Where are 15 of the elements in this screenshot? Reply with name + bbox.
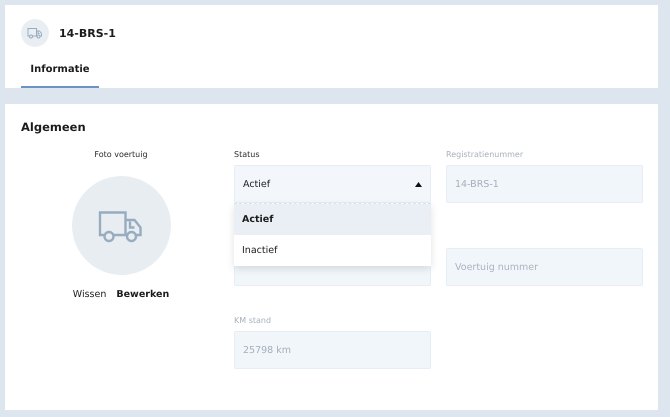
photo-action-button[interactable]: Wissen	[72, 289, 106, 300]
input-field[interactable]: Voertuig nummer	[446, 248, 643, 286]
field-label: KM stand	[234, 316, 272, 325]
field-label: Status	[234, 150, 260, 159]
tab[interactable]: Informatie	[21, 56, 99, 88]
photo-action-button[interactable]: Bewerken	[116, 289, 170, 300]
dropdown-option[interactable]: Actief	[234, 204, 431, 235]
field-label: Registratienummer	[446, 150, 524, 159]
vehicle-title: 14-BRS-1	[59, 26, 116, 40]
select-value: Actief	[243, 178, 270, 190]
dropdown-option[interactable]: Inactief	[234, 235, 431, 266]
status-select[interactable]: Actief	[234, 165, 431, 203]
photo-label: Foto voertuig	[94, 150, 148, 159]
truck-icon	[27, 27, 43, 39]
section-title: Algemeen	[21, 120, 87, 134]
